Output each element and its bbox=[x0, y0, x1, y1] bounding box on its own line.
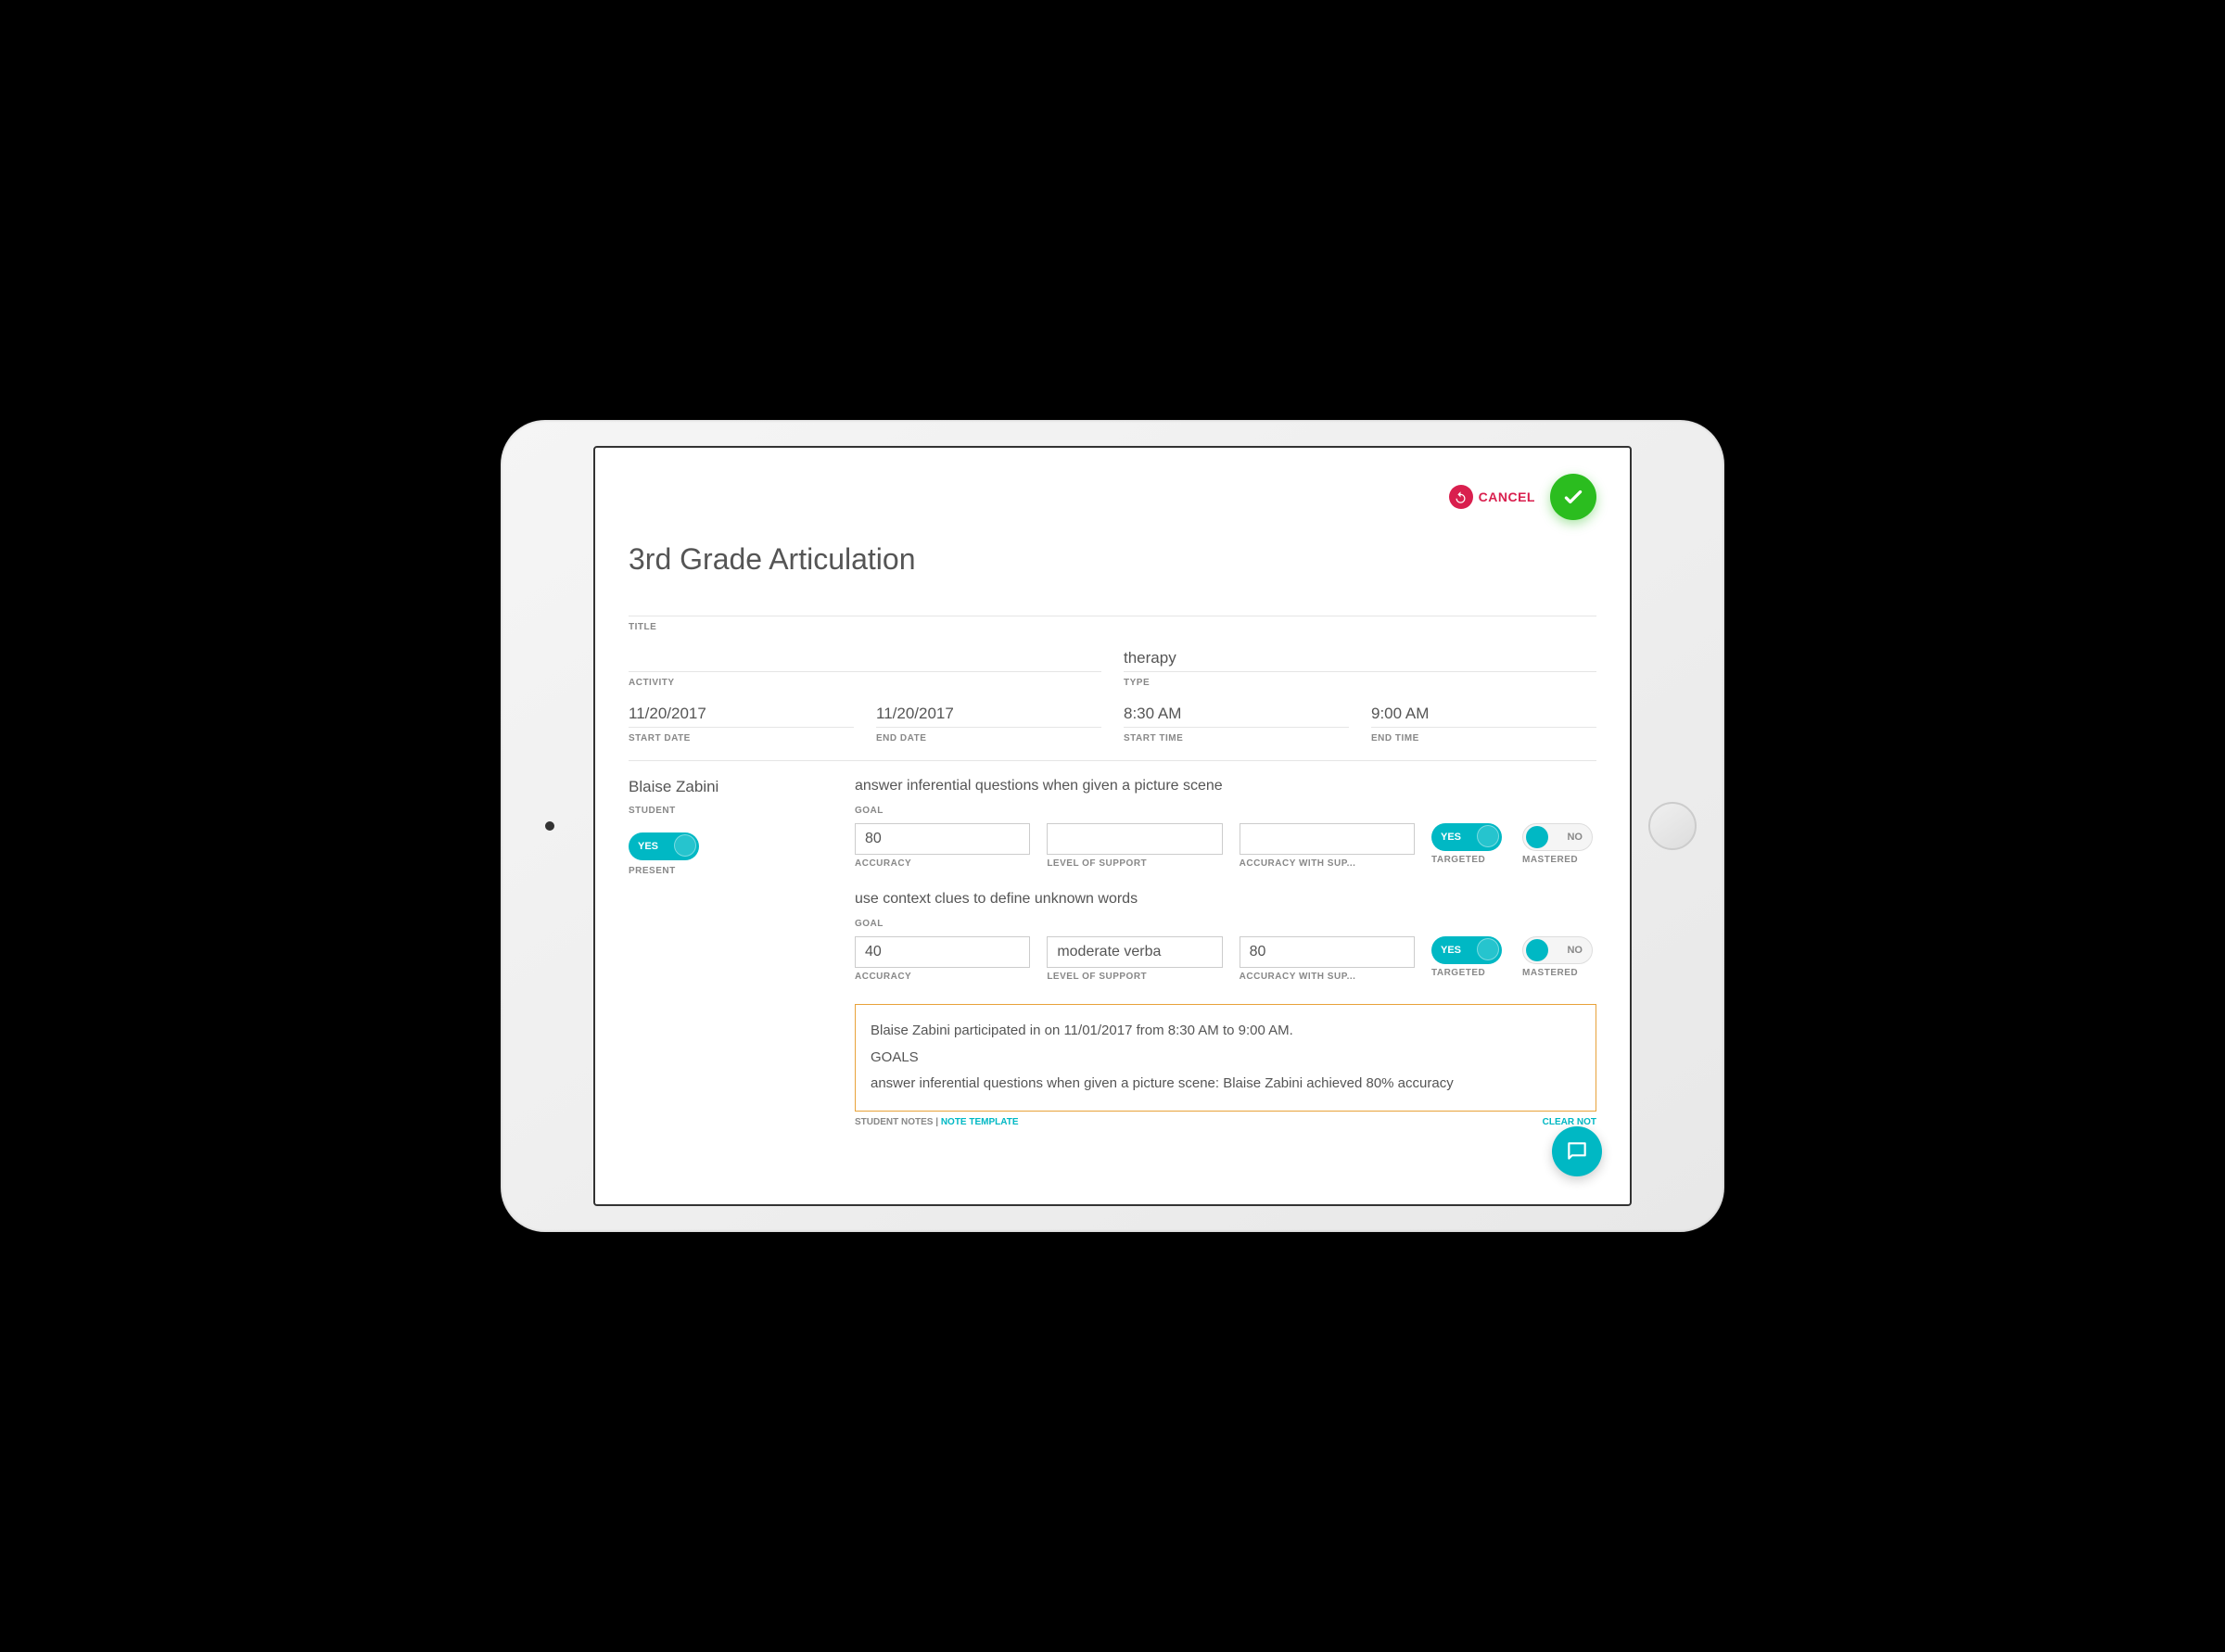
accuracy-support-input[interactable] bbox=[1240, 936, 1415, 968]
mastered-label: MASTERED bbox=[1522, 964, 1596, 978]
goal-block: use context clues to define unknown word… bbox=[855, 891, 1596, 982]
camera-dot bbox=[545, 821, 554, 831]
accuracy-support-label: ACCURACY WITH SUP... bbox=[1240, 968, 1415, 982]
notes-footer: STUDENT NOTES | NOTE TEMPLATE CLEAR NOT bbox=[855, 1112, 1596, 1127]
cancel-label: CANCEL bbox=[1479, 489, 1535, 504]
notes-line: GOALS bbox=[871, 1045, 1581, 1072]
title-value[interactable] bbox=[629, 593, 1596, 616]
targeted-toggle[interactable]: YES bbox=[1431, 823, 1502, 851]
present-label: PRESENT bbox=[629, 860, 833, 876]
goal-label: GOAL bbox=[855, 800, 1596, 816]
accuracy-support-label: ACCURACY WITH SUP... bbox=[1240, 855, 1415, 869]
end-time-label: END TIME bbox=[1371, 727, 1596, 743]
accuracy-input[interactable] bbox=[855, 936, 1030, 968]
accuracy-support-input[interactable] bbox=[1240, 823, 1415, 855]
accuracy-label: ACCURACY bbox=[855, 855, 1030, 869]
present-toggle-label: YES bbox=[638, 841, 658, 852]
support-input[interactable] bbox=[1047, 823, 1222, 855]
page-title: 3rd Grade Articulation bbox=[629, 542, 1596, 577]
goal-label: GOAL bbox=[855, 913, 1596, 929]
start-time-value[interactable]: 8:30 AM bbox=[1124, 705, 1349, 727]
goal-title: use context clues to define unknown word… bbox=[855, 891, 1596, 908]
type-value[interactable]: therapy bbox=[1124, 649, 1596, 671]
support-input[interactable] bbox=[1047, 936, 1222, 968]
targeted-toggle[interactable]: YES bbox=[1431, 936, 1502, 964]
end-date-label: END DATE bbox=[876, 727, 1101, 743]
activity-label: ACTIVITY bbox=[629, 671, 1101, 688]
chat-icon bbox=[1565, 1139, 1589, 1163]
cancel-button[interactable]: CANCEL bbox=[1449, 485, 1535, 509]
check-icon bbox=[1561, 485, 1585, 509]
accuracy-label: ACCURACY bbox=[855, 968, 1030, 982]
mastered-label: MASTERED bbox=[1522, 851, 1596, 865]
notes-line: Blaise Zabini participated in on 11/01/2… bbox=[871, 1018, 1581, 1045]
end-time-value[interactable]: 9:00 AM bbox=[1371, 705, 1596, 727]
targeted-label: TARGETED bbox=[1431, 851, 1506, 865]
chat-support-button[interactable] bbox=[1552, 1126, 1602, 1176]
student-notes-label: STUDENT NOTES bbox=[855, 1117, 933, 1127]
ipad-frame: CANCEL 3rd Grade Articulation TITLE ACTI… bbox=[501, 420, 1724, 1232]
student-notes-textarea[interactable]: Blaise Zabini participated in on 11/01/2… bbox=[855, 1004, 1596, 1112]
home-button[interactable] bbox=[1648, 802, 1697, 850]
activity-value[interactable] bbox=[629, 649, 1101, 671]
start-date-value[interactable]: 11/20/2017 bbox=[629, 705, 854, 727]
present-toggle[interactable]: YES bbox=[629, 832, 699, 860]
support-label: LEVEL OF SUPPORT bbox=[1047, 855, 1222, 869]
top-actions: CANCEL bbox=[629, 474, 1596, 520]
start-time-label: START TIME bbox=[1124, 727, 1349, 743]
confirm-button[interactable] bbox=[1550, 474, 1596, 520]
clear-notes-link[interactable]: CLEAR NOT bbox=[1543, 1117, 1596, 1127]
mastered-toggle[interactable]: NO bbox=[1522, 823, 1593, 851]
accuracy-input[interactable] bbox=[855, 823, 1030, 855]
end-date-value[interactable]: 11/20/2017 bbox=[876, 705, 1101, 727]
title-label: TITLE bbox=[629, 616, 1596, 632]
section-divider bbox=[629, 760, 1596, 761]
toggle-thumb bbox=[674, 834, 696, 857]
student-label: STUDENT bbox=[629, 800, 833, 816]
student-name: Blaise Zabini bbox=[629, 778, 833, 800]
goal-block: answer inferential questions when given … bbox=[855, 778, 1596, 869]
notes-line: answer inferential questions when given … bbox=[871, 1071, 1581, 1098]
undo-icon bbox=[1449, 485, 1473, 509]
type-label: TYPE bbox=[1124, 671, 1596, 688]
start-date-label: START DATE bbox=[629, 727, 854, 743]
mastered-toggle[interactable]: NO bbox=[1522, 936, 1593, 964]
targeted-label: TARGETED bbox=[1431, 964, 1506, 978]
goal-title: answer inferential questions when given … bbox=[855, 778, 1596, 794]
note-template-link[interactable]: NOTE TEMPLATE bbox=[941, 1117, 1019, 1127]
app-screen: CANCEL 3rd Grade Articulation TITLE ACTI… bbox=[593, 446, 1632, 1206]
support-label: LEVEL OF SUPPORT bbox=[1047, 968, 1222, 982]
